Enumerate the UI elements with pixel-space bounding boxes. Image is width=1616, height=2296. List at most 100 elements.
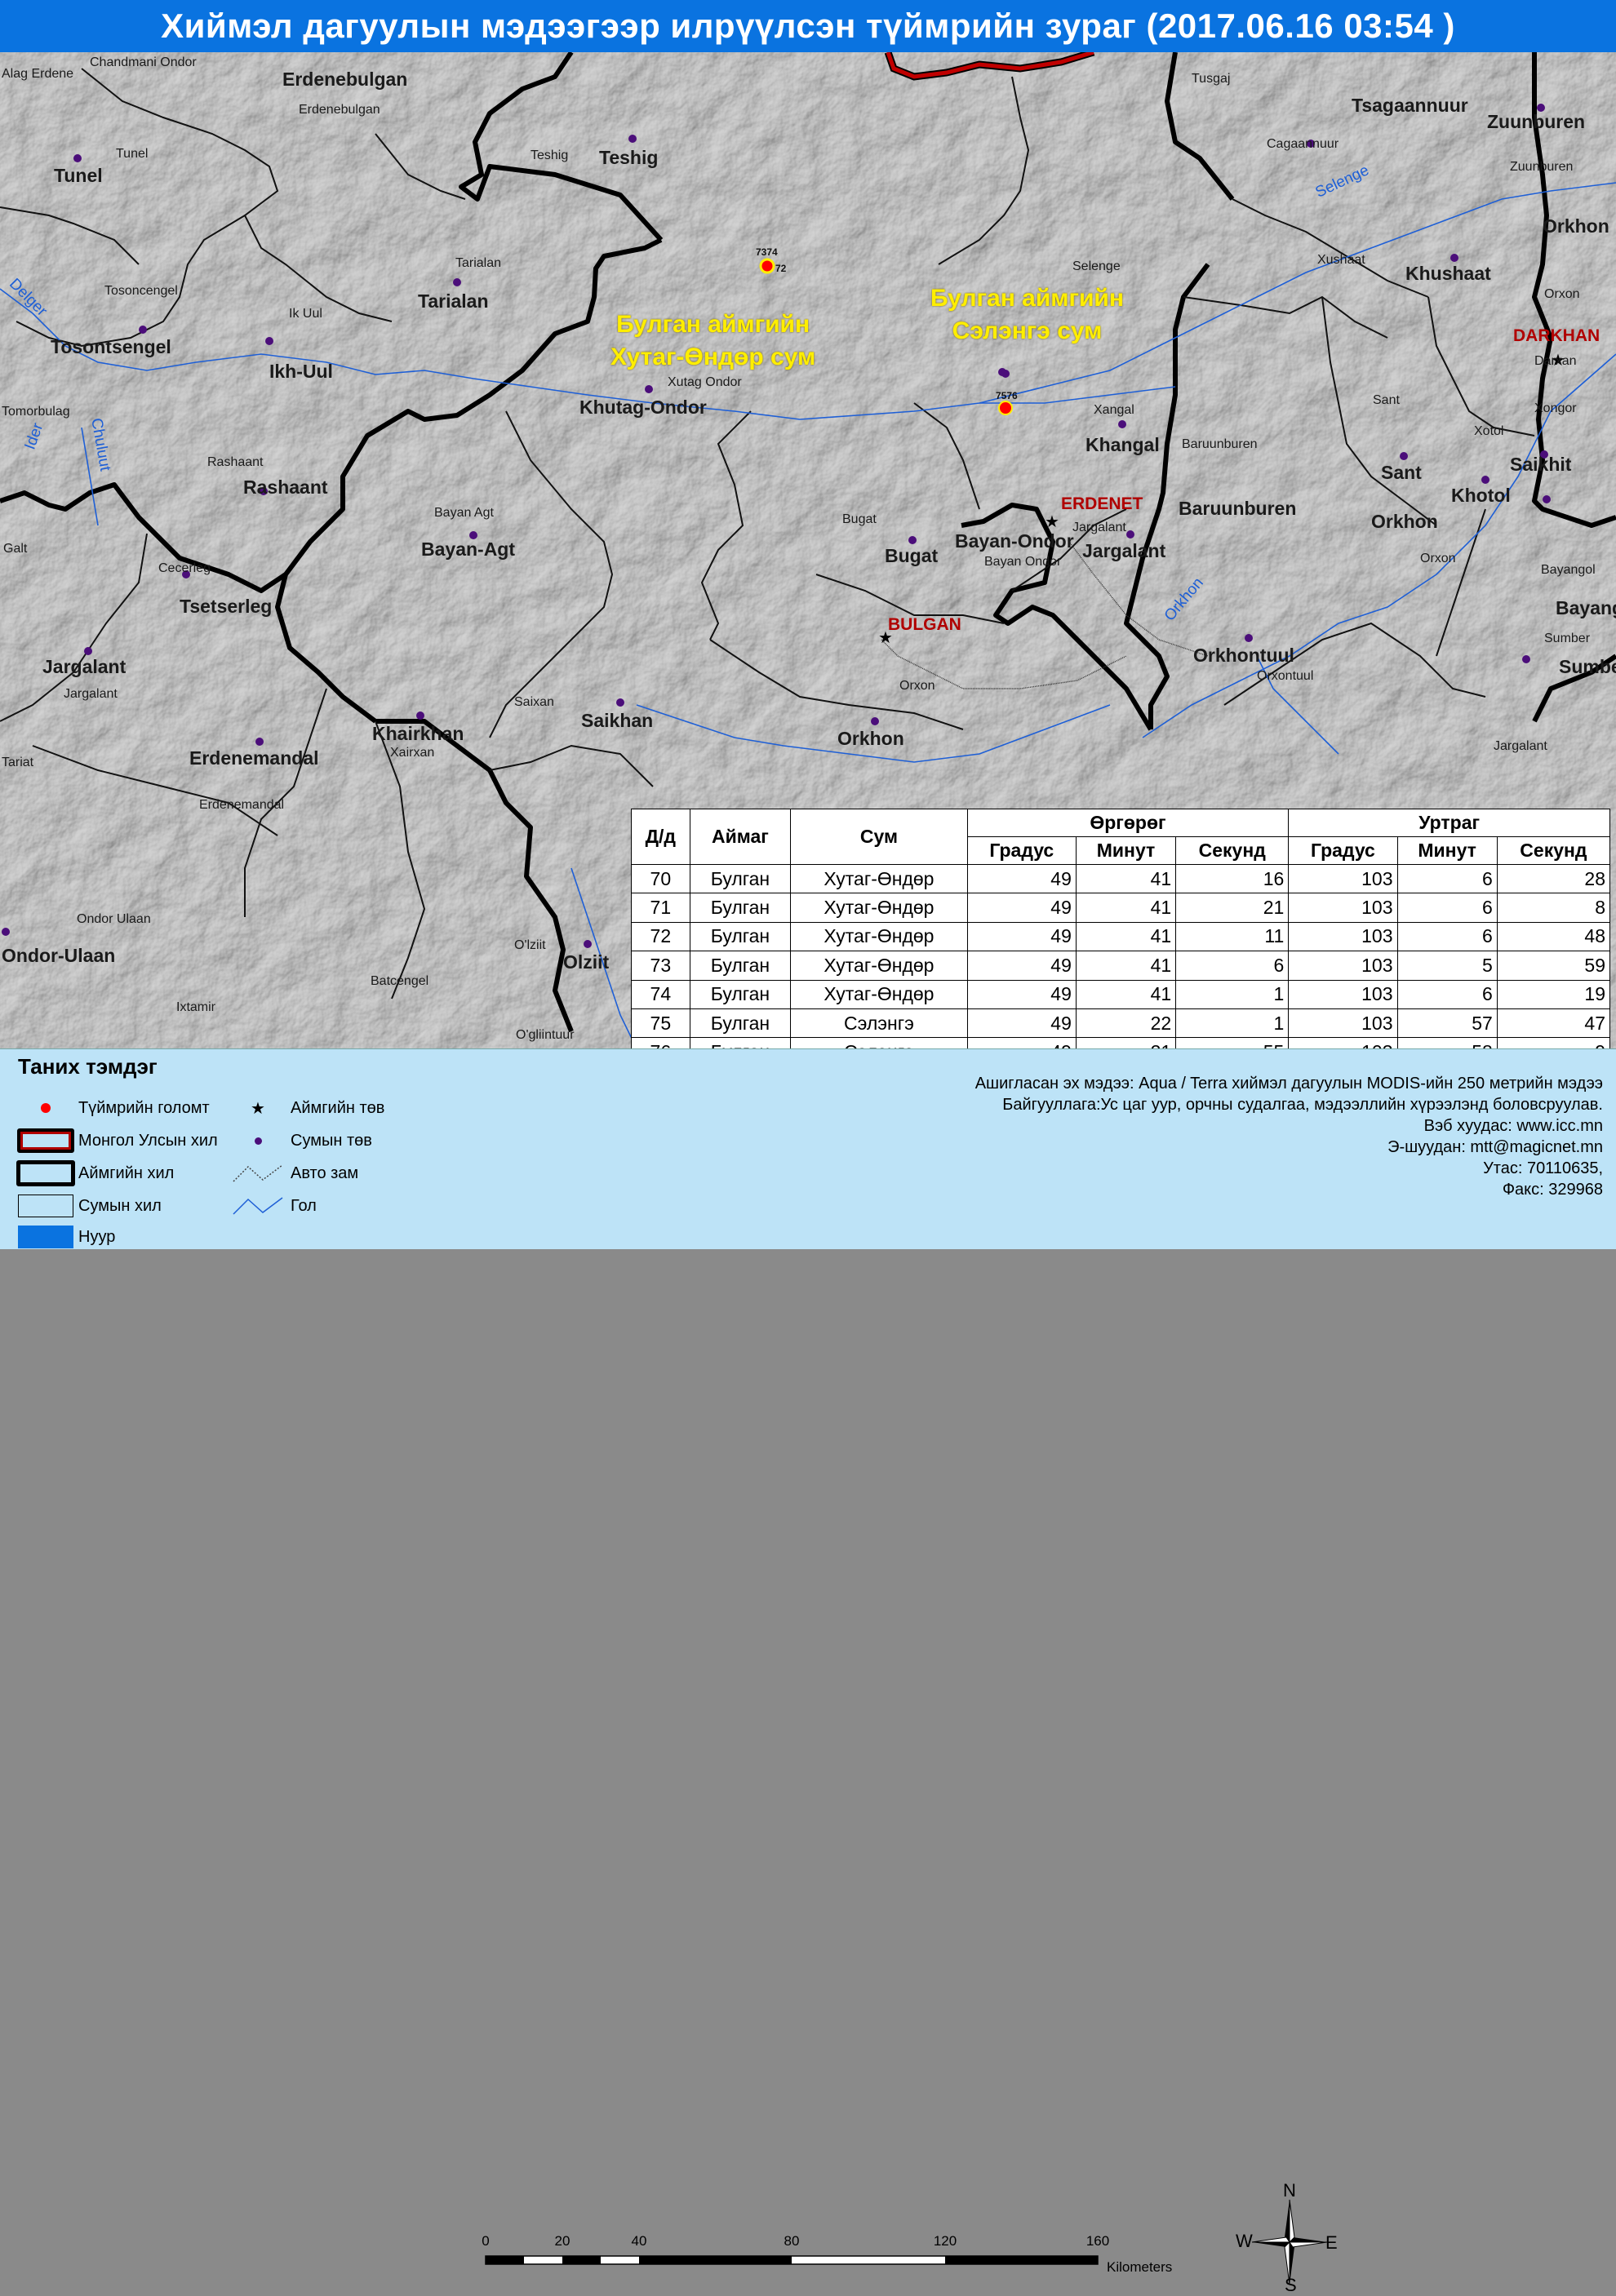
- soum-label-small: Zuunburen: [1510, 160, 1574, 174]
- compass-east: E: [1325, 2232, 1338, 2253]
- table-cell-lat-d: 49: [966, 951, 1077, 981]
- lake-icon: [13, 1224, 78, 1250]
- soum-label: Baruunburen: [1179, 498, 1297, 519]
- table-cell-lat-d: 49: [966, 893, 1077, 923]
- table-cell-sum: Хутаг-Өндөр: [790, 979, 968, 1009]
- annotation-line1: Булган аймгийн: [616, 311, 810, 338]
- table-cell-lat-d: 49: [966, 1008, 1077, 1039]
- legend-item-road: Авто зам: [225, 1160, 358, 1186]
- table-cell-lat-m: 41: [1075, 921, 1177, 952]
- table-cell-aimag: Булган: [689, 951, 792, 981]
- soum-label-small: Jargalant: [1494, 739, 1547, 753]
- soum-label-small: Selenge: [1072, 259, 1121, 273]
- soum-label: Sumber: [1559, 656, 1616, 677]
- soum-label-small: Jargalant: [64, 687, 118, 701]
- table-row: 71 Булган Хутаг-Өндөр 49 41 21 103 6 8: [631, 893, 1611, 923]
- soum-label: Khairkhan: [372, 723, 464, 744]
- soum-label: Erdenebulgan: [282, 69, 408, 90]
- soum-label-small: Xongor: [1534, 401, 1577, 415]
- scale-bar-graphic: [485, 2255, 1099, 2265]
- credits-email: Э-шуудан: mtt@magicnet.mn: [1387, 1138, 1603, 1156]
- soum-label: Bayan-Ondor: [955, 530, 1074, 552]
- compass-rose: N S W E: [1236, 2180, 1339, 2295]
- legend-label: Аймгийн төв: [291, 1098, 385, 1117]
- table-cell-id: 75: [631, 1008, 690, 1039]
- soum-label-small: O'lziit: [514, 938, 546, 952]
- soum-label-small: Batcengel: [371, 974, 429, 988]
- compass-west: W: [1236, 2231, 1253, 2251]
- soum-label-small: Baruunburen: [1182, 437, 1258, 451]
- legend-item-aimag-border: Аймгийн хил: [13, 1160, 174, 1186]
- soum-label-small: Chandmani Ondor: [90, 55, 197, 69]
- annotation-selenge: Булган аймгийн Сэлэнгэ сум: [930, 282, 1124, 348]
- soum-label-small: Ixtamir: [176, 1000, 215, 1014]
- table-cell-lat-m: 41: [1075, 863, 1177, 894]
- table-cell-lon-s: 47: [1496, 1008, 1611, 1039]
- soum-label-small: Bayan Agt: [434, 506, 494, 520]
- fire-dot-icon: [13, 1095, 78, 1121]
- country-border-icon: [13, 1128, 78, 1154]
- soum-label: Ondor-Ulaan: [2, 945, 116, 966]
- soum-label: Orkhon: [1371, 511, 1438, 532]
- legend-item-aimag-center: ★ Аймгийн төв: [225, 1095, 384, 1121]
- soum-label-small: Bayan Ondor: [984, 555, 1062, 569]
- legend-item-river: Гол: [225, 1193, 317, 1219]
- legend-label: Түймрийн голомт: [78, 1098, 210, 1117]
- table-cell-sum: Хутаг-Өндөр: [790, 893, 968, 923]
- fire-id-north: 7374: [756, 246, 778, 258]
- table-cell-lon-s: 59: [1496, 951, 1611, 981]
- table-cell-sum: Хутаг-Өндөр: [790, 921, 968, 952]
- table-cell-lon-m: 57: [1396, 1008, 1498, 1039]
- scale-tick: 20: [554, 2233, 570, 2249]
- fire-point-south: [998, 401, 1013, 415]
- credits-organization: Байгууллага:Ус цаг уур, орчны судалгаа, …: [1002, 1096, 1603, 1114]
- table-cell-id: 71: [631, 893, 690, 923]
- table-cell-sum: Хутаг-Өндөр: [790, 863, 968, 894]
- soum-label-small: Orxon: [899, 679, 935, 693]
- soum-label-small: Bugat: [842, 512, 877, 526]
- soum-label-small: Teshig: [531, 148, 569, 162]
- soum-label-small: Cagaannuur: [1267, 137, 1339, 151]
- soum-label: Saikhan: [581, 710, 654, 731]
- legend-item-soum-center: Сумын төв: [225, 1128, 372, 1154]
- table-cell-lon-d: 103: [1288, 893, 1398, 923]
- table-row: 74 Булган Хутаг-Өндөр 49 41 1 103 6 19: [631, 979, 1611, 1009]
- city-label: BULGAN: [888, 615, 961, 634]
- legend-label: Аймгийн хил: [78, 1164, 175, 1182]
- table-cell-lon-d: 103: [1288, 951, 1398, 981]
- river-icon: [225, 1193, 291, 1219]
- table-cell-lon-d: 103: [1288, 1008, 1398, 1039]
- purple-dot-icon: [225, 1128, 291, 1154]
- scale-tick: 160: [1085, 2233, 1110, 2249]
- table-cell-id: 73: [631, 951, 690, 981]
- legend-label: Сумын төв: [291, 1131, 372, 1150]
- scale-tick: 120: [933, 2233, 957, 2249]
- soum-label: Jargalant: [42, 656, 127, 677]
- soum-label: Jargalant: [1082, 540, 1166, 561]
- table-cell-aimag: Булган: [689, 979, 792, 1009]
- soum-label: Sant: [1381, 462, 1422, 483]
- soum-label-small: Rashaant: [207, 455, 264, 469]
- table-cell-lat-d: 49: [966, 863, 1077, 894]
- table-cell-lat-m: 41: [1075, 979, 1177, 1009]
- header-lat-deg: Градус: [966, 836, 1077, 865]
- table-cell-lon-m: 6: [1396, 863, 1498, 894]
- legend-label: Монгол Улсын хил: [78, 1131, 218, 1150]
- soum-label: Bayan-Agt: [421, 539, 516, 560]
- table-cell-id: 70: [631, 863, 690, 894]
- soum-label: Ikh-Uul: [269, 361, 333, 382]
- soum-label-small: Xutag Ondor: [668, 375, 742, 389]
- soum-label-small: Tariat: [2, 756, 34, 769]
- city-label: DARKHAN: [1513, 326, 1600, 345]
- soum-label-small: Orxontuul: [1257, 669, 1314, 683]
- scale-tick: 0: [482, 2233, 490, 2249]
- soum-label-small: Tosoncengel: [104, 284, 178, 298]
- soum-label: Khushaat: [1405, 263, 1491, 284]
- legend-label: Сумын хил: [78, 1196, 162, 1215]
- soum-label-small: Darxan: [1534, 354, 1577, 368]
- soum-label-small: Tarialan: [455, 256, 502, 270]
- table-cell-aimag: Булган: [689, 893, 792, 923]
- table-cell-lon-m: 6: [1396, 979, 1498, 1009]
- soum-label-small: Jargalant: [1072, 521, 1126, 534]
- scale-tick: 40: [631, 2233, 647, 2249]
